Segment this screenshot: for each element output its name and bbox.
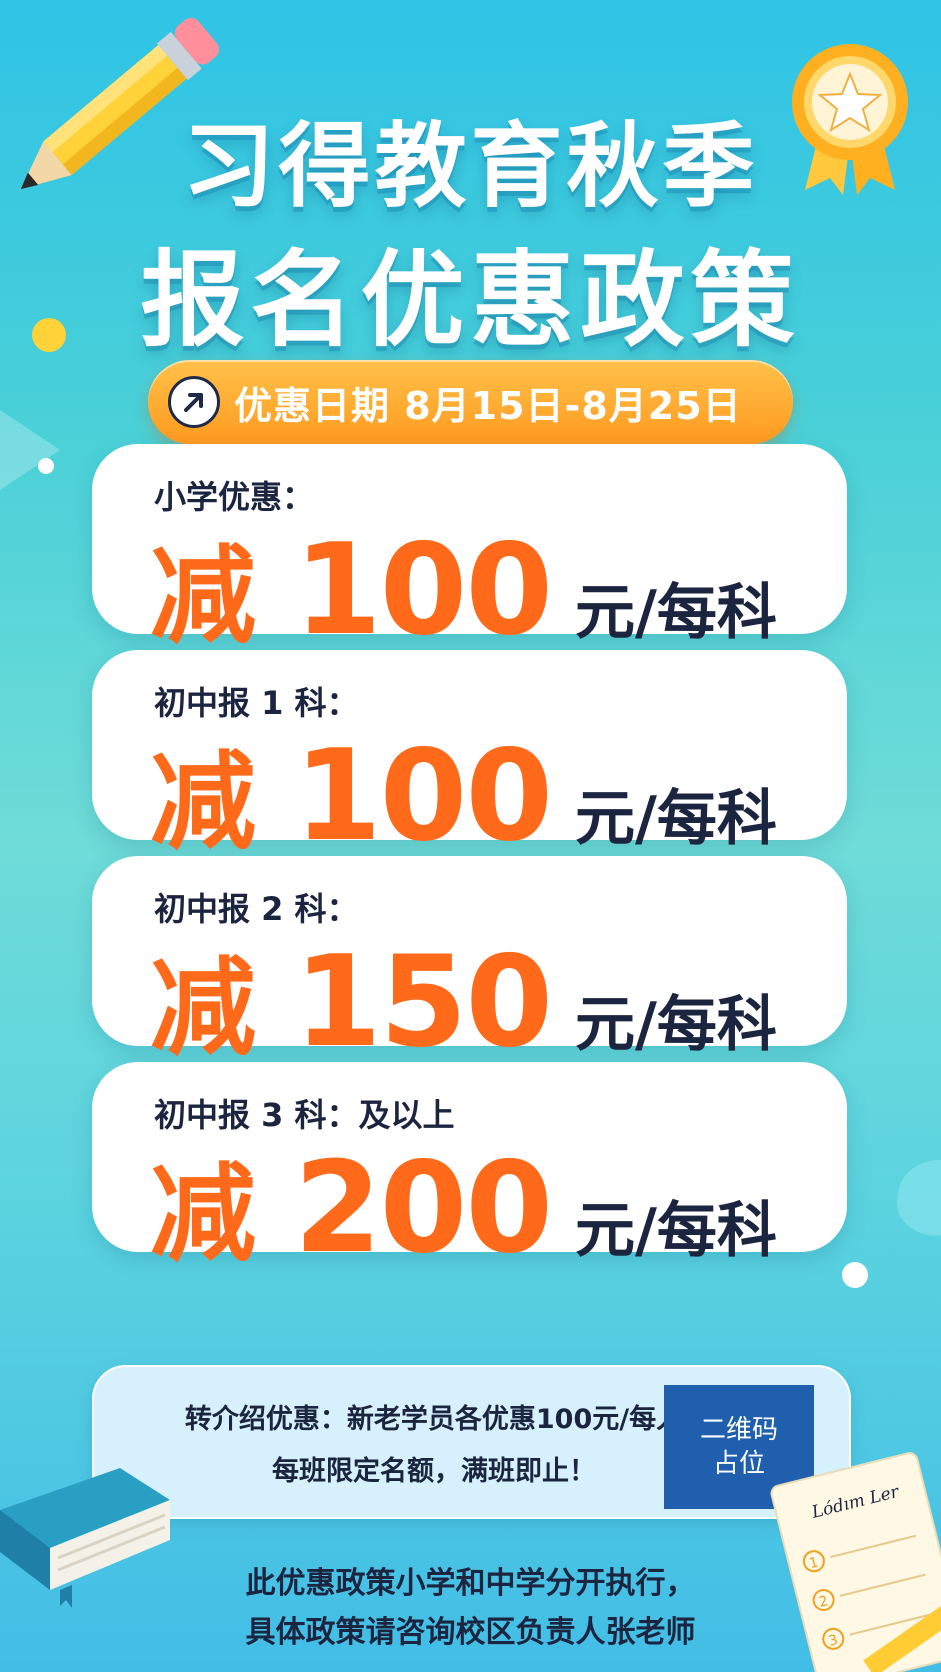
footer-note: 此优惠政策小学和中学分开执行， <box>245 1566 696 1601</box>
title-line-2: 报名优惠政策 <box>140 239 801 361</box>
discount-card-middle-2: 初中报 2 科： 减 150 元/每科 <box>92 856 847 1075</box>
arrow-up-right-icon <box>168 376 220 428</box>
discount-card-middle-3: 初中报 3 科：及以上 减 200 元/每科 <box>92 1062 847 1281</box>
discount-amount: 100 <box>294 516 553 663</box>
reduce-label: 减 <box>150 741 256 864</box>
referral-box: 转介绍优惠：新老学员各优惠100元/每人 每班限定名额，满班即止！ 二维码 占位 <box>92 1365 851 1519</box>
discount-value: 减 150 元/每科 <box>150 922 777 1076</box>
footer-contact: 具体政策请咨询校区负责人张老师 <box>245 1615 696 1650</box>
leaf-decoration <box>897 1160 941 1236</box>
discount-value: 减 100 元/每科 <box>150 716 777 870</box>
date-badge: 优惠日期 8月15日-8月25日 <box>148 360 793 444</box>
discount-unit: 元/每科 <box>575 578 777 648</box>
discount-value: 减 100 元/每科 <box>150 510 777 664</box>
discount-amount: 200 <box>294 1134 553 1281</box>
reduce-label: 减 <box>150 1153 256 1276</box>
discount-unit: 元/每科 <box>575 784 777 854</box>
white-dot <box>38 458 54 474</box>
reduce-label: 减 <box>150 535 256 658</box>
reduce-label: 减 <box>150 947 256 1070</box>
discount-unit: 元/每科 <box>575 1196 777 1266</box>
poster: 习得教育秋季 报名优惠政策 优惠日期 8月15日-8月25日 小学优惠： 减 1… <box>0 0 941 1672</box>
triangle-decoration <box>0 410 60 490</box>
qr-label: 占位 <box>712 1449 765 1479</box>
limit-notice: 每班限定名额，满班即止！ <box>272 1456 596 1487</box>
white-dot <box>842 1262 868 1288</box>
title-line-1: 习得教育秋季 <box>182 113 759 220</box>
qr-label: 二维码 <box>699 1415 778 1445</box>
date-text: 优惠日期 8月15日-8月25日 <box>234 383 742 428</box>
discount-amount: 100 <box>294 722 553 869</box>
discount-card-primary: 小学优惠： 减 100 元/每科 <box>92 444 847 663</box>
discount-card-middle-1: 初中报 1 科： 减 100 元/每科 <box>92 650 847 869</box>
discount-value: 减 200 元/每科 <box>150 1128 777 1282</box>
discount-unit: 元/每科 <box>575 990 777 1060</box>
referral-text: 转介绍优惠：新老学员各优惠100元/每人 <box>184 1404 684 1435</box>
discount-amount: 150 <box>294 928 553 1075</box>
